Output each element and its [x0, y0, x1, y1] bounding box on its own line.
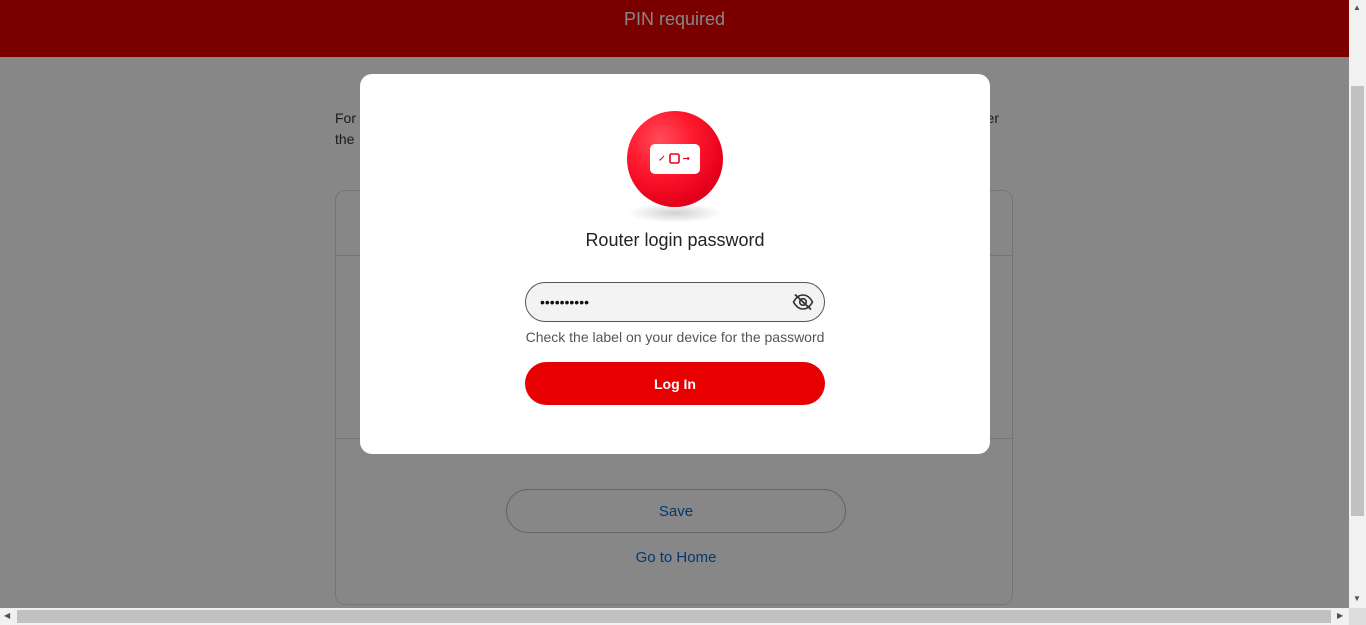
scroll-right-icon[interactable]: ▶: [1337, 612, 1343, 620]
logo-circle: [627, 111, 723, 207]
eye-off-icon[interactable]: [792, 293, 814, 311]
scroll-down-icon[interactable]: ▼: [1353, 595, 1361, 603]
password-hint: Check the label on your device for the p…: [525, 329, 825, 345]
scroll-left-icon[interactable]: ◀: [4, 612, 10, 620]
router-icon: [650, 144, 700, 174]
dialog-title: Router login password: [585, 230, 765, 250]
password-input[interactable]: [540, 292, 780, 312]
router-logo: [627, 111, 723, 223]
vertical-scroll-thumb[interactable]: [1351, 86, 1364, 516]
vertical-scrollbar[interactable]: ▲ ▼: [1349, 0, 1366, 608]
horizontal-scrollbar[interactable]: ◀ ▶: [0, 608, 1349, 625]
password-field[interactable]: [525, 282, 825, 322]
scroll-up-icon[interactable]: ▲: [1353, 4, 1361, 12]
login-dialog: Router login password Check the label on…: [360, 74, 990, 454]
login-button[interactable]: Log In: [525, 362, 825, 405]
scrollbar-corner: [1349, 608, 1366, 625]
horizontal-scroll-thumb[interactable]: [17, 610, 1331, 623]
